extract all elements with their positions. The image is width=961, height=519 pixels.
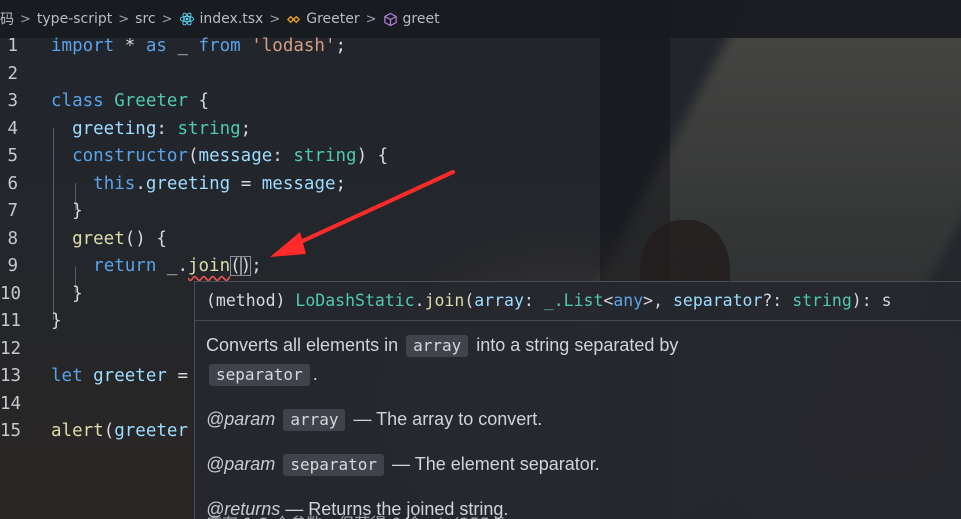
documentation: Converts all elements in array into a st… bbox=[195, 321, 961, 519]
code-line-2[interactable] bbox=[51, 61, 388, 89]
code-line-1[interactable]: import * as _ from 'lodash'; bbox=[51, 33, 388, 61]
error-message: 应有 1-2 个参数，但获得 0 个。ts(2554) bbox=[206, 510, 506, 519]
line-number: 1 bbox=[7, 36, 18, 56]
breadcrumb-label: src bbox=[135, 11, 156, 27]
code-chip: separator bbox=[283, 454, 385, 476]
line-number-gutter: 1 2 3 4 5 6 7 8 9 10 11 12 13 14 15 bbox=[0, 33, 40, 446]
line-number: 8 bbox=[7, 228, 18, 249]
code-line-9[interactable]: return _.join(); bbox=[51, 253, 388, 281]
line-number: 5 bbox=[7, 146, 18, 166]
breadcrumb-item-class[interactable]: Greeter bbox=[286, 11, 360, 27]
react-icon bbox=[179, 12, 194, 26]
line-number: 13 bbox=[0, 366, 22, 386]
breadcrumb-item-type-script[interactable]: type-script bbox=[37, 11, 112, 27]
param-separator: @param separator — The element separator… bbox=[206, 454, 600, 476]
breadcrumb-label: type-script bbox=[36, 11, 113, 27]
code-chip: array bbox=[406, 335, 469, 357]
error-squiggle[interactable]: join bbox=[188, 256, 230, 276]
line-number: 7 bbox=[7, 201, 18, 221]
code-chip: array bbox=[283, 409, 346, 431]
param-array: @param array — The array to convert. bbox=[206, 409, 543, 431]
line-number: 10 bbox=[0, 283, 22, 304]
code-line-3[interactable]: class Greeter { bbox=[51, 88, 388, 116]
line-number: 12 bbox=[0, 338, 22, 359]
breadcrumb-item-method[interactable]: greet bbox=[383, 11, 440, 27]
chevron-right-icon: > bbox=[118, 11, 130, 27]
breadcrumb-label: 码 bbox=[0, 12, 14, 28]
breadcrumb-item-root[interactable]: 码 bbox=[0, 9, 14, 29]
code-line-6[interactable]: this.greeting = message; bbox=[51, 171, 388, 199]
description: Converts all elements in array into a st… bbox=[206, 335, 679, 386]
chevron-right-icon: > bbox=[20, 11, 31, 27]
chevron-right-icon: > bbox=[161, 11, 173, 27]
hover-tooltip[interactable]: (method) LoDashStatic.join(array: _.List… bbox=[194, 281, 961, 519]
breadcrumb-label: Greeter bbox=[306, 11, 360, 27]
chevron-right-icon: > bbox=[365, 11, 377, 27]
code-line-7[interactable]: } bbox=[51, 198, 388, 226]
breadcrumb-label: greet bbox=[402, 11, 440, 27]
method-icon bbox=[383, 12, 397, 26]
chevron-right-icon: > bbox=[269, 11, 281, 27]
line-number: 9 bbox=[7, 256, 18, 276]
code-line-4[interactable]: greeting: string; bbox=[51, 116, 388, 144]
line-number: 6 bbox=[7, 173, 18, 194]
line-number: 3 bbox=[7, 91, 18, 111]
bracket-match: ) bbox=[240, 256, 252, 276]
breadcrumb-item-file[interactable]: index.tsx bbox=[179, 11, 264, 27]
line-number: 11 bbox=[0, 311, 22, 331]
class-icon bbox=[287, 15, 301, 23]
method-signature: (method) LoDashStatic.join(array: _.List… bbox=[195, 282, 961, 321]
code-line-8[interactable]: greet() { bbox=[51, 226, 388, 254]
breadcrumb-item-src[interactable]: src bbox=[135, 11, 155, 27]
line-number: 14 bbox=[0, 393, 22, 414]
code-line-5[interactable]: constructor(message: string) { bbox=[51, 143, 388, 171]
bracket-match: ( bbox=[230, 256, 241, 276]
line-number: 4 bbox=[7, 118, 18, 139]
breadcrumb-label: index.tsx bbox=[199, 11, 264, 27]
code-chip: separator bbox=[209, 364, 310, 386]
line-number: 15 bbox=[0, 421, 22, 441]
line-number: 2 bbox=[7, 63, 18, 84]
